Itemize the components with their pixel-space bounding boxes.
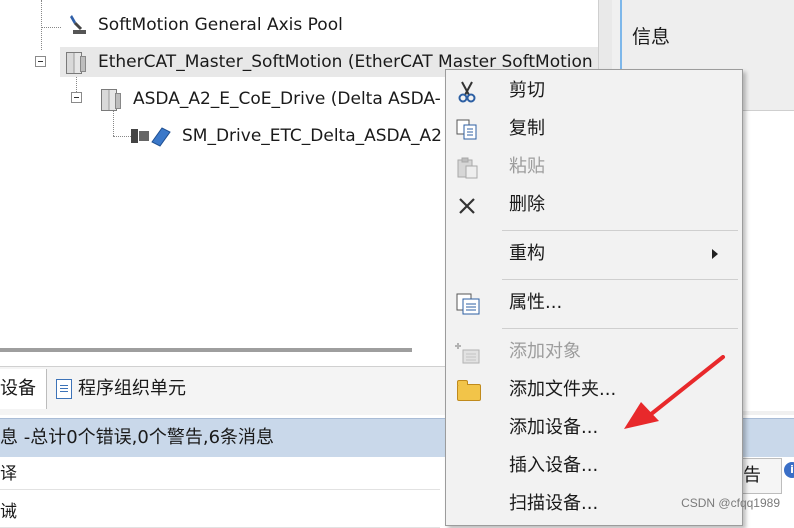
menu-item-properties[interactable]: 属性... (446, 285, 742, 321)
tree-item-sm-drive[interactable]: SM_Drive_ETC_Delta_ASDA_A2 (130, 121, 450, 151)
message-text: 译 (0, 464, 17, 484)
warnings-tab-label: 告 (743, 465, 761, 486)
menu-item-label: 复制 (509, 118, 545, 139)
menu-item-label: 粘贴 (509, 156, 545, 177)
tree-item-axis-pool[interactable]: SoftMotion General Axis Pool (60, 10, 460, 40)
tree-item-label: SM_Drive_ETC_Delta_ASDA_A2 (182, 126, 442, 146)
pou-icon (56, 379, 72, 399)
menu-item-label: 添加文件夹... (509, 379, 617, 400)
ethercat-master-icon (66, 52, 86, 74)
drive-device-icon (101, 89, 121, 111)
list-item[interactable]: 译 (0, 459, 440, 490)
message-text: 诫 (0, 502, 17, 522)
menu-item-paste[interactable]: 粘贴 (446, 149, 742, 185)
menu-item-label: 插入设备... (509, 455, 599, 476)
tab-devices[interactable]: 设备 (0, 369, 47, 409)
menu-item-label: 剪切 (509, 80, 545, 101)
info-panel-title: 信息 (632, 26, 671, 48)
menu-item-label: 删除 (509, 194, 545, 215)
collapse-icon[interactable] (35, 56, 46, 67)
delete-icon (459, 198, 475, 214)
scissors-icon (458, 81, 476, 103)
tree-item-label: ASDA_A2_E_CoE_Drive (Delta ASDA- (133, 89, 441, 109)
tree-item-label: SoftMotion General Axis Pool (98, 15, 343, 35)
collapse-icon[interactable] (71, 92, 82, 103)
watermark: CSDN @cfqq1989 (681, 496, 780, 510)
axis-pool-icon (70, 15, 86, 34)
tree-connector (41, 0, 42, 50)
folder-icon (457, 380, 481, 401)
tree-item-asda-drive[interactable]: ASDA_A2_E_CoE_Drive (Delta ASDA- (95, 84, 455, 114)
menu-item-insert-device[interactable]: 插入设备... (446, 448, 742, 484)
tab-pou[interactable]: 程序组织单元 (50, 369, 186, 409)
info-icon-glyph: i (790, 463, 794, 476)
add-object-icon (455, 343, 480, 364)
properties-icon (456, 293, 480, 315)
tab-label: 程序组织单元 (78, 378, 186, 399)
menu-separator (502, 328, 738, 329)
info-icon[interactable]: i (784, 462, 794, 478)
tree-connector (113, 136, 131, 137)
list-item[interactable]: 诫 (0, 497, 440, 528)
menu-item-label: 重构 (509, 243, 545, 264)
messages-summary: 息 -总计0个错误,0个警告,6条消息 (0, 427, 275, 448)
menu-separator (502, 279, 738, 280)
menu-item-label: 扫描设备... (509, 493, 599, 514)
context-menu: 剪切 复制 粘贴 删除 重构 属性... 添加对象 添加文件夹... 添加设备.… (445, 69, 743, 526)
tree-connector (41, 27, 61, 28)
warnings-tab[interactable]: 告 (742, 458, 782, 494)
softmotion-drive-icon (131, 127, 171, 147)
menu-item-copy[interactable]: 复制 (446, 111, 742, 147)
menu-item-label: 添加对象 (509, 341, 581, 362)
menu-item-cut[interactable]: 剪切 (446, 73, 742, 109)
menu-item-label: 属性... (509, 292, 563, 313)
menu-item-delete[interactable]: 删除 (446, 187, 742, 223)
menu-item-label: 添加设备... (509, 417, 599, 438)
menu-item-refactor[interactable]: 重构 (446, 236, 742, 272)
submenu-arrow-icon (712, 249, 718, 259)
annotation-arrow (624, 355, 725, 429)
paste-icon (457, 157, 478, 179)
tree-horizontal-scrollbar[interactable] (0, 348, 412, 352)
tab-label: 设备 (0, 378, 36, 399)
menu-separator (502, 230, 738, 231)
copy-icon (456, 119, 477, 140)
